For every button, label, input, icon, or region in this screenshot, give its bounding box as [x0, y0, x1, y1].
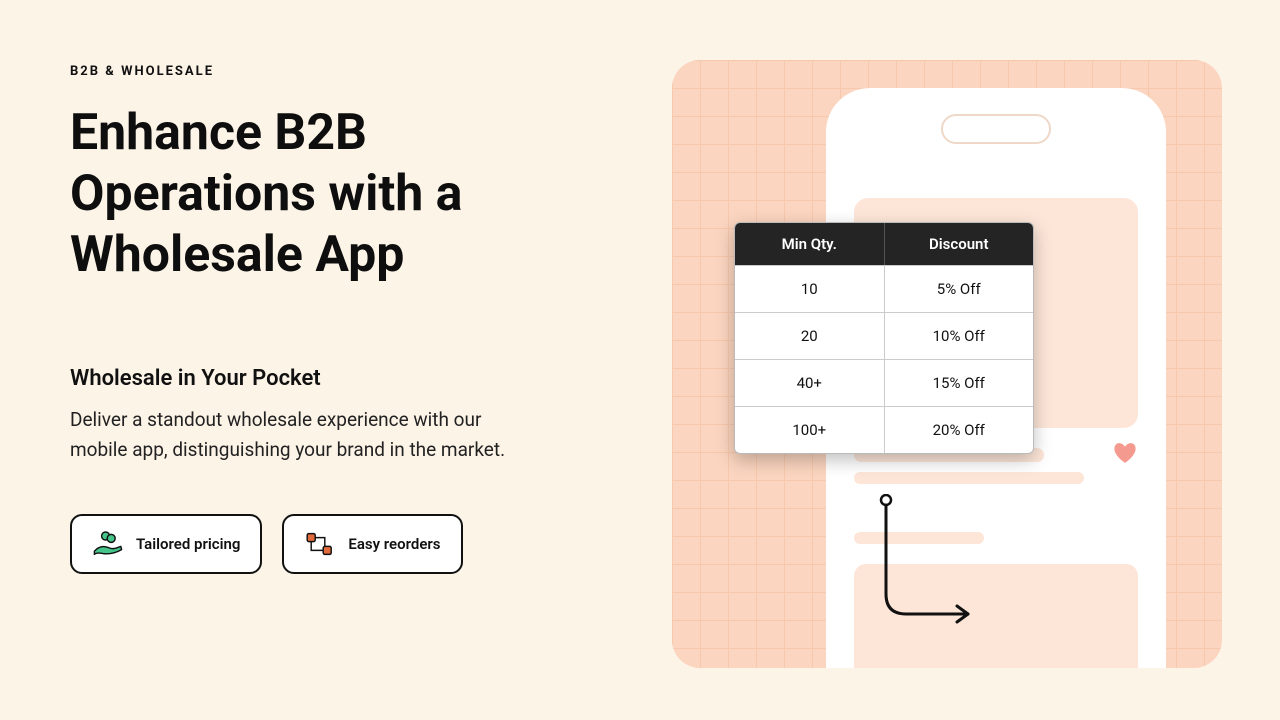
eyebrow-label: B2B & WHOLESALE	[70, 64, 590, 79]
cell-discount: 10% Off	[885, 313, 1034, 359]
table-row: 40+ 15% Off	[735, 359, 1033, 406]
feature-pill-label: Tailored pricing	[136, 535, 240, 553]
cell-discount: 20% Off	[885, 407, 1034, 453]
table-header-qty: Min Qty.	[735, 223, 885, 265]
feature-pill-label: Easy reorders	[348, 535, 440, 553]
cell-qty: 100+	[735, 407, 885, 453]
table-header-row: Min Qty. Discount	[735, 223, 1033, 265]
hand-coins-icon	[92, 530, 124, 558]
feature-pill-easy-reorders: Easy reorders	[282, 514, 462, 574]
table-row: 100+ 20% Off	[735, 406, 1033, 453]
cell-discount: 15% Off	[885, 360, 1034, 406]
table-header-discount: Discount	[885, 223, 1034, 265]
hero-copy: B2B & WHOLESALE Enhance B2B Operations w…	[70, 64, 590, 574]
cell-qty: 10	[735, 266, 885, 312]
headline: Enhance B2B Operations with a Wholesale …	[70, 103, 590, 286]
pricing-tiers-table: Min Qty. Discount 10 5% Off 20 10% Off 4…	[734, 222, 1034, 454]
body-copy: Deliver a standout wholesale experience …	[70, 405, 510, 466]
cell-qty: 20	[735, 313, 885, 359]
feature-pill-tailored-pricing: Tailored pricing	[70, 514, 262, 574]
cell-qty: 40+	[735, 360, 885, 406]
subheadline: Wholesale in Your Pocket	[70, 366, 590, 391]
cell-discount: 5% Off	[885, 266, 1034, 312]
phone-notch	[941, 114, 1051, 144]
connector-arrow-icon	[872, 494, 992, 634]
illustration-panel: Min Qty. Discount 10 5% Off 20 10% Off 4…	[672, 60, 1222, 668]
feature-pill-row: Tailored pricing Easy reorders	[70, 514, 590, 574]
table-row: 20 10% Off	[735, 312, 1033, 359]
table-row: 10 5% Off	[735, 265, 1033, 312]
heart-icon	[1112, 440, 1138, 464]
flow-nodes-icon	[304, 530, 336, 558]
text-line-placeholder	[854, 472, 1084, 484]
